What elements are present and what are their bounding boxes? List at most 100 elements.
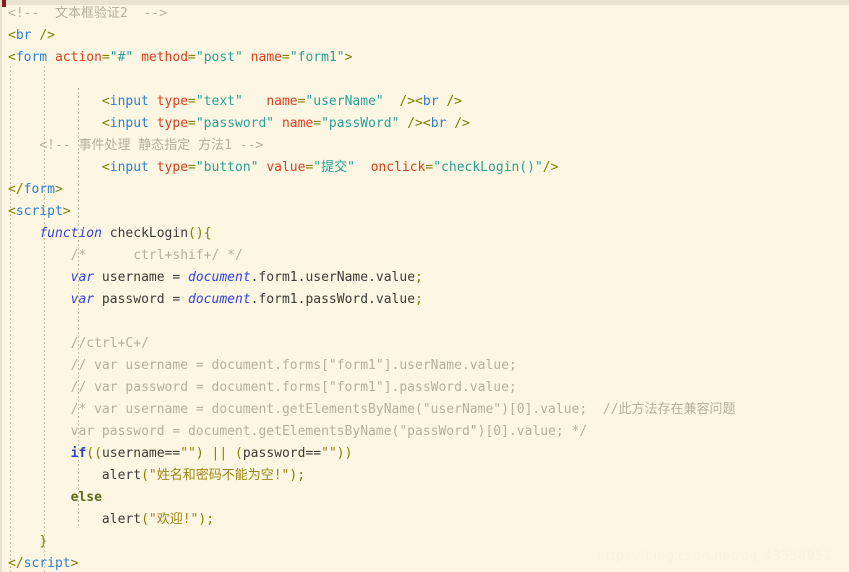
code-line[interactable]: else — [8, 487, 849, 509]
code-token-str: "#" — [109, 50, 134, 65]
code-line[interactable]: </form> — [8, 179, 849, 201]
code-token-tag: input — [109, 116, 149, 131]
code-token-jsstr: "" — [180, 446, 196, 461]
code-token-punct: = — [313, 116, 322, 131]
code-token-punct: = — [188, 160, 196, 175]
code-token-kw: var — [70, 292, 95, 307]
code-token-tag: input — [109, 160, 149, 175]
code-token-punct: < — [8, 28, 16, 43]
code-token-plain: .form1.passWord.value — [250, 292, 416, 307]
code-token-tag: br — [422, 94, 439, 109]
code-line[interactable]: // var username = document.forms["form1"… — [8, 355, 849, 377]
code-token-punct: </ — [8, 556, 24, 571]
code-line[interactable]: alert("姓名和密码不能为空!"); — [8, 465, 849, 487]
code-token-punct: < — [101, 160, 110, 175]
code-line[interactable]: var password = document.getElementsByNam… — [8, 421, 849, 443]
code-token-punct: > — [344, 50, 353, 65]
code-token-str: "userName" — [305, 94, 384, 109]
code-token-tag: br — [15, 28, 32, 43]
code-token-comment: //ctrl+C+/ — [70, 336, 149, 351]
code-line[interactable]: /* ctrl+shif+/ */ — [8, 245, 849, 267]
code-line[interactable]: <!-- 事件处理 静态指定 方法1 --> — [8, 135, 849, 157]
code-token-punct: /> — [39, 28, 55, 43]
code-line[interactable]: if((username=="") || (password=="")) — [8, 443, 849, 465]
code-token-paren: (( — [86, 446, 102, 461]
code-token-jsstr: "姓名和密码不能为空!" — [148, 468, 290, 483]
code-token-comment: /* var username = document.getElementsBy… — [70, 402, 736, 417]
code-token-punct: < — [101, 116, 110, 131]
code-line[interactable]: <form action="#" method="post" name="for… — [8, 47, 849, 69]
code-token-plain: username = — [94, 270, 189, 285]
code-line[interactable]: <script> — [8, 201, 849, 223]
code-token-punct: /> — [454, 116, 470, 131]
code-line[interactable]: //ctrl+C+/ — [8, 333, 849, 355]
code-token-str: "button" — [195, 160, 259, 175]
code-token-punct: > — [70, 556, 79, 571]
code-token-punct: < — [101, 94, 110, 109]
code-token-punct: < — [422, 116, 431, 131]
code-token-str: "password" — [195, 116, 275, 131]
code-token-plain: .form1.userName.value — [250, 270, 416, 285]
code-line[interactable] — [8, 311, 849, 333]
code-token-comment: // var username = document.forms["form1"… — [70, 358, 517, 373]
code-line[interactable]: /* var username = document.getElementsBy… — [8, 399, 849, 421]
code-token-paren: ) — [195, 446, 204, 461]
code-line[interactable]: <input type="text" name="userName" /><br… — [8, 91, 849, 113]
code-token-tag: script — [23, 556, 71, 571]
code-token-str: "form1" — [289, 50, 345, 65]
code-token-paren: ; — [415, 270, 423, 285]
code-token-punct: /> — [399, 94, 416, 109]
editor-left-gutter-border — [0, 0, 2, 572]
code-token-str: "checkLogin()" — [433, 160, 543, 175]
code-token-paren: || — [211, 446, 228, 461]
code-token-jsstr: "" — [321, 446, 337, 461]
code-token-paren: { — [203, 226, 212, 241]
code-line[interactable]: <!-- 文本框验证2 --> — [8, 3, 849, 25]
code-line[interactable]: var username = document.form1.userName.v… — [8, 267, 849, 289]
code-token-kw: document — [188, 292, 251, 307]
code-token-paren: () — [188, 226, 204, 241]
code-token-punct: < — [8, 204, 16, 219]
code-content-area[interactable]: <!-- 文本框验证2 --> <br /> <form action="#" me… — [8, 3, 849, 572]
code-line[interactable]: <input type="password" name="passWord" /… — [8, 113, 849, 135]
code-token-tag: script — [15, 204, 63, 219]
code-line[interactable] — [8, 69, 849, 91]
code-line[interactable]: alert("欢迎!"); — [8, 509, 849, 531]
code-token-attr: name — [281, 116, 314, 131]
code-token-punct: = — [188, 94, 196, 109]
bookmark-marker-icon[interactable] — [2, 0, 6, 7]
code-token-punct: /> — [542, 160, 559, 175]
code-line[interactable]: <br /> — [8, 25, 849, 47]
code-token-paren: ); — [289, 468, 306, 483]
code-editor-viewport[interactable]: <!-- 文本框验证2 --> <br /> <form action="#" me… — [0, 0, 849, 572]
code-token-comment: <!-- 文本框验证2 --> — [8, 6, 167, 21]
code-token-else: else — [70, 490, 102, 505]
code-token-attr: method — [141, 50, 189, 65]
code-token-punct: = — [281, 50, 290, 65]
code-token-plain: checkLogin — [101, 226, 189, 241]
code-line[interactable]: <input type="button" value="提交" onclick=… — [8, 157, 849, 179]
code-token-str: "passWord" — [321, 116, 400, 131]
code-line[interactable]: var password = document.form1.passWord.v… — [8, 289, 849, 311]
code-token-plain: password== — [242, 446, 322, 461]
code-token-paren: ); — [198, 512, 215, 527]
code-line[interactable]: // var password = document.forms["form1"… — [8, 377, 849, 399]
code-line[interactable]: function checkLogin(){ — [8, 223, 849, 245]
code-token-plain: password = — [94, 292, 189, 307]
